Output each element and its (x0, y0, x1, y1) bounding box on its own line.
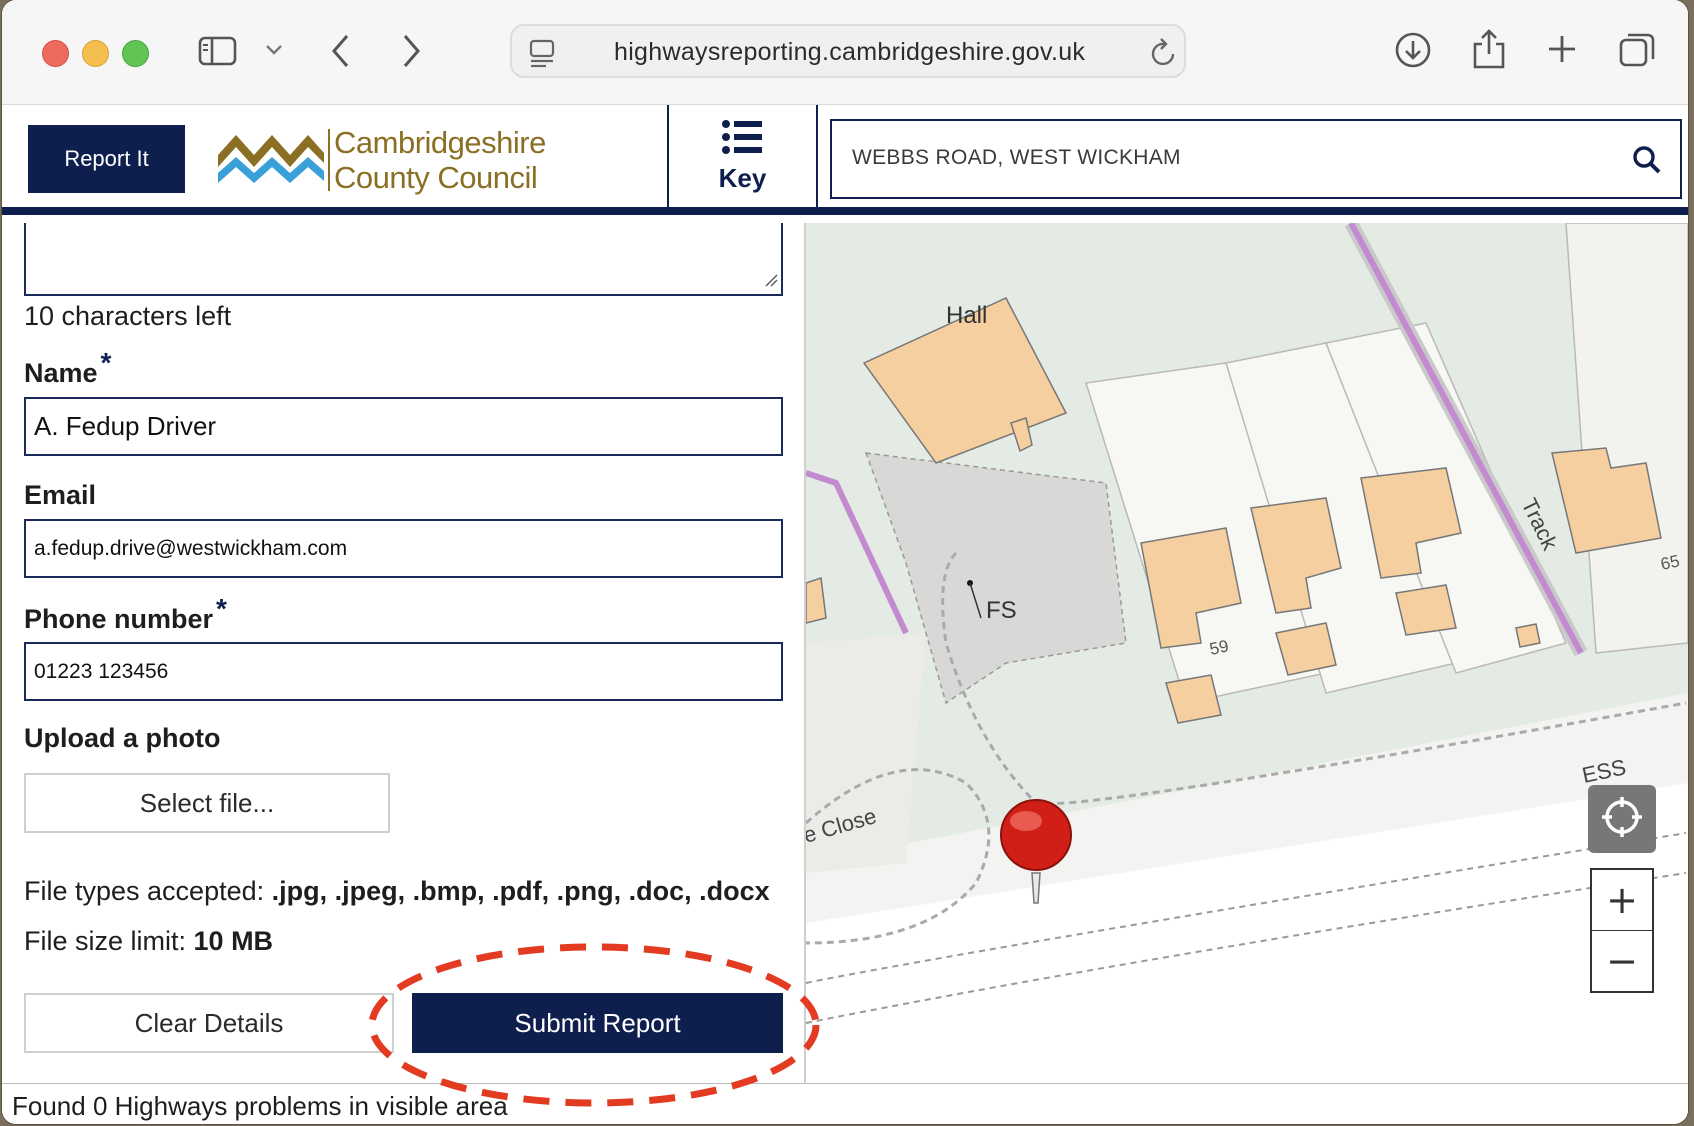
new-tab-icon[interactable] (1546, 33, 1578, 65)
url-text[interactable]: highwaysreporting.cambridgeshire.gov.uk (614, 38, 1085, 67)
close-window-button[interactable] (42, 40, 69, 67)
name-label: Name * (24, 347, 111, 389)
characters-left-text: 10 characters left (24, 301, 232, 331)
upload-photo-label: Upload a photo (24, 723, 221, 753)
key-button[interactable]: Key (669, 105, 816, 207)
file-size-value: 10 MB (193, 926, 274, 956)
council-logo-icon[interactable] (216, 125, 326, 199)
report-form-panel: 10 characters left Name * A. Fedup Driver… (2, 223, 806, 1083)
zoom-window-button[interactable] (122, 40, 149, 67)
key-label: Key (718, 163, 767, 193)
map-label-house-65: 65 (1659, 551, 1681, 574)
clear-details-button[interactable]: Clear Details (24, 993, 394, 1053)
resize-grip-icon[interactable] (764, 272, 778, 291)
back-icon[interactable] (330, 33, 352, 69)
minimize-window-button[interactable] (82, 40, 109, 67)
map-view[interactable]: Hall FS Track e Close ESS 59 65 + − (806, 223, 1688, 1083)
status-bar: Found 0 Highways problems in visible are… (2, 1083, 1688, 1124)
council-name-line1: Cambridgeshire (334, 125, 546, 160)
sidebar-icon[interactable] (198, 35, 238, 67)
map-label-house-59: 59 (1208, 636, 1230, 659)
status-text: Found 0 Highways problems in visible are… (12, 1091, 508, 1121)
reader-icon[interactable] (528, 38, 558, 68)
crosshair-icon (1600, 795, 1644, 843)
logo-divider (328, 129, 330, 191)
email-field[interactable]: a.fedup.drive@westwickham.com (24, 519, 783, 578)
browser-toolbar: highwaysreporting.cambridgeshire.gov.uk (2, 0, 1688, 105)
forward-icon[interactable] (400, 33, 422, 69)
required-marker: * (100, 347, 112, 378)
download-icon[interactable] (1394, 31, 1432, 69)
name-label-text: Name (24, 358, 98, 388)
report-it-button[interactable]: Report It (28, 125, 185, 193)
file-size-text: File size limit: 10 MB (24, 926, 273, 957)
location-search-input[interactable]: WEBBS ROAD, WEST WICKHAM (830, 119, 1682, 199)
email-label: Email (24, 480, 97, 510)
list-icon (721, 119, 763, 159)
browser-window: highwaysreporting.cambridgeshire.gov.uk … (2, 0, 1688, 1124)
chevron-down-icon[interactable] (264, 42, 284, 58)
select-file-button[interactable]: Select file... (24, 773, 390, 833)
map-canvas[interactable]: Hall FS Track e Close ESS 59 65 (806, 223, 1688, 1083)
reload-icon[interactable] (1150, 38, 1178, 68)
file-types-value: .jpg, .jpeg, .bmp, .pdf, .png, .doc, .do… (271, 876, 770, 906)
header-divider (816, 105, 818, 207)
submit-report-button[interactable]: Submit Report (412, 993, 783, 1053)
site-header: Report It Cambridgeshire County Council … (2, 105, 1688, 215)
file-types-label: File types accepted: (24, 876, 265, 906)
zoom-in-button[interactable]: + (1590, 868, 1654, 931)
map-label-fs: FS (986, 597, 1017, 624)
description-textarea[interactable] (24, 223, 783, 296)
phone-label: Phone number * (24, 593, 227, 635)
phone-field[interactable]: 01223 123456 (24, 642, 783, 701)
tabs-icon[interactable] (1618, 31, 1656, 69)
council-name[interactable]: Cambridgeshire County Council (334, 125, 546, 195)
council-name-line2: County Council (334, 160, 538, 195)
name-field[interactable]: A. Fedup Driver (24, 397, 783, 456)
location-search-value: WEBBS ROAD, WEST WICKHAM (852, 146, 1181, 169)
required-marker: * (216, 593, 227, 624)
zoom-out-button[interactable]: − (1590, 930, 1654, 993)
address-bar[interactable]: highwaysreporting.cambridgeshire.gov.uk (510, 24, 1186, 78)
file-types-text: File types accepted: .jpg, .jpeg, .bmp, … (24, 876, 770, 907)
file-size-label: File size limit: (24, 926, 187, 956)
map-label-hall: Hall (946, 302, 987, 329)
share-icon[interactable] (1472, 28, 1506, 70)
phone-label-text: Phone number (24, 604, 214, 634)
locate-me-button[interactable] (1588, 785, 1656, 853)
search-icon[interactable] (1632, 145, 1662, 179)
